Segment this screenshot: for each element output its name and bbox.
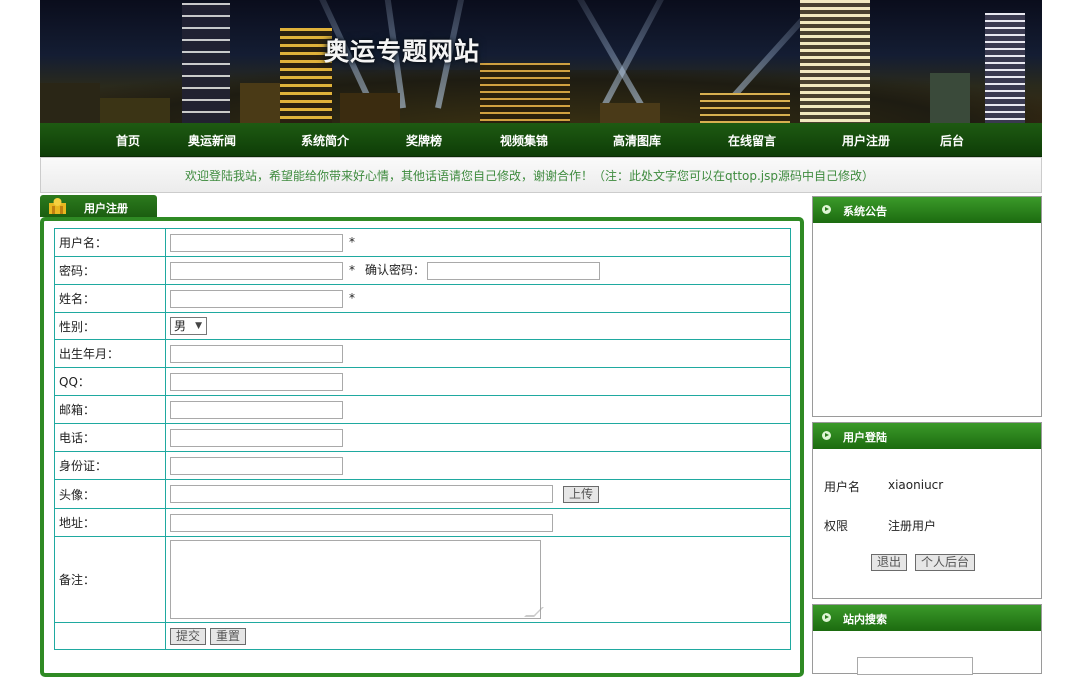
username-value: xiaoniucr	[888, 478, 944, 492]
personal-center-button[interactable]: 个人后台	[915, 554, 976, 571]
header-banner: 奥运专题网站	[40, 0, 1042, 123]
form-row-address: 地址：	[54, 508, 791, 537]
nav-gallery[interactable]: 高清图库	[613, 132, 661, 149]
confirm-password-label: 确认密码：	[365, 263, 426, 278]
nav-register[interactable]: 用户注册	[842, 132, 890, 149]
user-icon	[49, 198, 66, 214]
bullet-icon	[822, 431, 831, 440]
remark-textarea[interactable]	[170, 540, 544, 619]
form-row-gender: 性别： 男 ▼	[54, 312, 791, 340]
form-row-actions: 提交 重置	[54, 622, 791, 650]
resize-grip-icon[interactable]	[524, 607, 544, 617]
required-mark: *	[349, 291, 355, 305]
chevron-down-icon: ▼	[195, 321, 202, 331]
form-row-avatar: 头像： 上传	[54, 479, 791, 509]
email-label: 邮箱：	[54, 395, 166, 424]
reset-button[interactable]: 重置	[210, 627, 247, 645]
notice-bar: 欢迎登陆我站，希望能给你带来好心情，其他话语请您自己修改，谢谢合作！（注：此处文…	[40, 157, 1042, 193]
required-mark: *	[349, 263, 355, 278]
form-row-email: 邮箱：	[54, 395, 791, 424]
notice-text: 欢迎登陆我站，希望能给你带来好心情，其他话语请您自己修改，谢谢合作！（注：此处文…	[185, 169, 875, 183]
password-input[interactable]	[170, 261, 343, 280]
nav-about[interactable]: 系统简介	[301, 132, 349, 149]
address-label: 地址：	[54, 508, 166, 537]
username-input[interactable]	[170, 233, 343, 252]
announcement-box: 系统公告	[812, 196, 1042, 417]
password-label: 密码：	[54, 256, 166, 285]
page: 奥运专题网站 首页 奥运新闻 系统简介 奖牌榜 视频集锦 高清图库 在线留言 用…	[40, 0, 1042, 677]
nav-admin[interactable]: 后台	[940, 132, 964, 149]
search-box: 站内搜索	[812, 604, 1042, 675]
form-row-username: 用户名： *	[54, 228, 791, 257]
upload-button[interactable]: 上传	[563, 485, 600, 503]
form-row-qq: QQ：	[54, 367, 791, 396]
remark-label: 备注：	[54, 536, 166, 623]
gender-label: 性别：	[54, 312, 166, 340]
bullet-icon	[822, 613, 831, 622]
avatar-label: 头像：	[54, 479, 166, 509]
search-input[interactable]	[857, 657, 973, 675]
bullet-icon	[822, 205, 831, 214]
register-form: 用户名： * 密码： * 确认密码： 姓名： * 性别： 男 ▼ 出生年月： QQ：…	[54, 228, 791, 650]
address-input[interactable]	[170, 513, 553, 532]
phone-input[interactable]	[170, 428, 343, 447]
name-input[interactable]	[170, 289, 343, 308]
register-tab-label: 用户注册	[84, 202, 128, 215]
qq-input[interactable]	[170, 372, 343, 391]
gender-value: 男	[174, 319, 187, 333]
form-row-idcard: 身份证：	[54, 451, 791, 480]
form-row-password: 密码： * 确认密码：	[54, 256, 791, 285]
birth-input[interactable]	[170, 344, 343, 363]
main-nav: 首页 奥运新闻 系统简介 奖牌榜 视频集锦 高清图库 在线留言 用户注册 后台	[40, 123, 1042, 157]
email-input[interactable]	[170, 400, 343, 419]
login-title: 用户登陆	[843, 431, 887, 444]
nav-medals[interactable]: 奖牌榜	[406, 132, 442, 149]
role-key: 权限	[824, 519, 849, 533]
submit-button[interactable]: 提交	[170, 627, 207, 645]
nav-news[interactable]: 奥运新闻	[188, 132, 236, 149]
nav-videos[interactable]: 视频集锦	[500, 132, 548, 149]
nav-messages[interactable]: 在线留言	[728, 132, 776, 149]
role-value: 注册用户	[888, 519, 937, 533]
gender-select[interactable]: 男 ▼	[170, 317, 207, 335]
idcard-input[interactable]	[170, 456, 343, 475]
avatar-input[interactable]	[170, 485, 553, 503]
register-tab: 用户注册	[40, 195, 157, 217]
qq-label: QQ：	[54, 367, 166, 396]
login-box: 用户登陆 用户名 xiaoniucr 权限 注册用户 退出 个人后台	[812, 422, 1042, 599]
confirm-password-input[interactable]	[427, 261, 601, 280]
form-row-birth: 出生年月：	[54, 339, 791, 368]
idcard-label: 身份证：	[54, 451, 166, 480]
name-label: 姓名：	[54, 284, 166, 313]
form-row-name: 姓名： *	[54, 284, 791, 313]
username-key: 用户名	[824, 480, 861, 494]
birth-label: 出生年月：	[54, 339, 166, 368]
form-row-remark: 备注：	[54, 536, 791, 623]
logout-button[interactable]: 退出	[871, 554, 908, 571]
phone-label: 电话：	[54, 423, 166, 452]
username-label: 用户名：	[54, 228, 166, 257]
required-mark: *	[349, 235, 355, 249]
form-row-phone: 电话：	[54, 423, 791, 452]
site-title: 奥运专题网站	[324, 37, 481, 66]
nav-home[interactable]: 首页	[116, 132, 140, 149]
announcement-title: 系统公告	[843, 205, 887, 218]
search-title: 站内搜索	[843, 613, 887, 626]
